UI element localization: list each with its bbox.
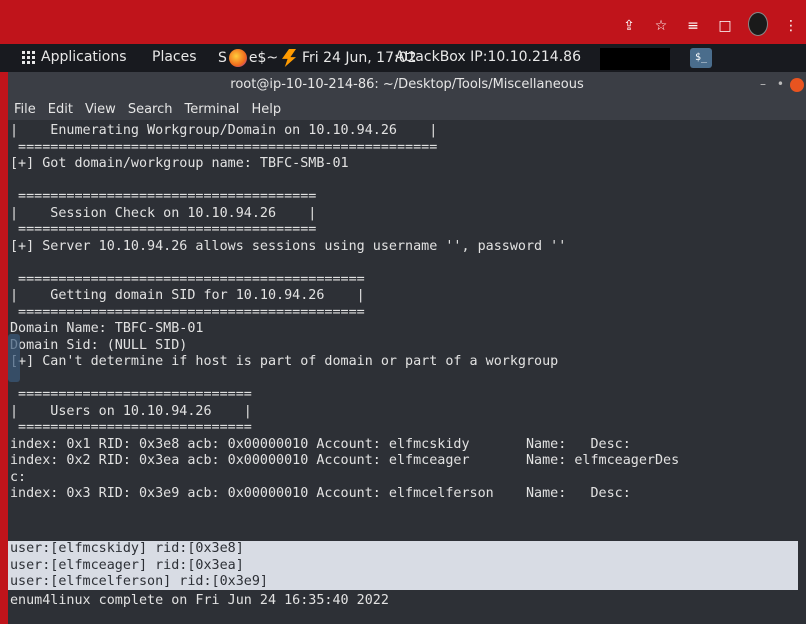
- terminal-line: | Session Check on 10.10.94.26 |: [10, 205, 317, 221]
- terminal-line: c:: [10, 469, 27, 485]
- app-grid-icon: [22, 50, 35, 64]
- terminal-line: =====================================: [10, 222, 317, 237]
- terminal-line: ========================================…: [10, 271, 365, 287]
- shell-taskbar-item[interactable]: S e$~: [218, 49, 278, 67]
- terminal-line: index: 0x2 RID: 0x3ea acb: 0x00000010 Ac…: [10, 453, 680, 468]
- menu-help[interactable]: Help: [245, 102, 287, 117]
- window-icon[interactable]: □: [716, 18, 734, 34]
- window-titlebar[interactable]: root@ip-10-10-214-86: ~/Desktop/Tools/Mi…: [8, 72, 806, 98]
- terminal-menubar: File Edit View Search Terminal Help: [8, 98, 806, 120]
- maximize-button[interactable]: •: [777, 77, 784, 91]
- close-button[interactable]: [790, 78, 804, 92]
- terminal-line: Domain Name: TBFC-SMB-01: [10, 321, 204, 336]
- menu-search[interactable]: Search: [122, 102, 179, 117]
- terminal-line: [+] Got domain/workgroup name: TBFC-SMB-…: [10, 156, 349, 171]
- places-menu[interactable]: Places: [152, 49, 197, 65]
- terminal-line: index: 0x3 RID: 0x3e9 acb: 0x00000010 Ac…: [10, 486, 631, 501]
- selected-line: user:[elfmcelferson] rid:[0x3e9]: [10, 574, 268, 589]
- star-icon[interactable]: ☆: [652, 18, 670, 34]
- terminal-line: =============================: [10, 420, 252, 435]
- attackbox-ip: AttackBox IP:10.10.214.86: [395, 49, 581, 65]
- menu-edit[interactable]: Edit: [42, 102, 79, 117]
- completion-line: enum4linux complete on Fri Jun 24 16:35:…: [10, 593, 389, 608]
- terminal-line: Domain Sid: (NULL SID): [10, 337, 188, 353]
- terminal-line: ========================================…: [10, 139, 438, 155]
- terminal-app-icon[interactable]: $_: [690, 48, 712, 68]
- selected-line: user:[elfmcskidy] rid:[0x3e8]: [10, 541, 244, 556]
- terminal-line: =============================: [10, 387, 252, 402]
- terminal-line: | Getting domain SID for 10.10.94.26 |: [10, 288, 365, 303]
- avatar-icon[interactable]: [748, 12, 768, 36]
- selected-line: user:[elfmceager] rid:[0x3ea]: [10, 557, 244, 573]
- minimize-button[interactable]: –: [760, 77, 766, 91]
- terminal-line: [+] Can't determine if host is part of d…: [10, 354, 559, 369]
- side-dock-handle[interactable]: [8, 334, 20, 382]
- bolt-icon: [282, 49, 296, 67]
- share-icon[interactable]: ⇪: [620, 18, 638, 34]
- terminal-line: ========================================…: [10, 304, 365, 320]
- menu-terminal[interactable]: Terminal: [178, 102, 245, 117]
- menu-file[interactable]: File: [8, 102, 42, 117]
- kebab-menu-icon[interactable]: ⋮: [782, 18, 800, 34]
- menu-view[interactable]: View: [79, 102, 122, 117]
- shell-suffix: e$~: [248, 50, 279, 66]
- terminal-line: | Users on 10.10.94.26 |: [10, 403, 252, 419]
- redacted-area: [600, 48, 670, 70]
- playlist-icon[interactable]: ≡: [684, 18, 702, 34]
- applications-label: Applications: [41, 49, 127, 65]
- browser-toolbar: ⇪ ☆ ≡ □ ⋮: [0, 0, 806, 44]
- selected-text-block[interactable]: user:[elfmcskidy] rid:[0x3e8] user:[elfmc…: [8, 541, 798, 590]
- shell-prefix: S: [218, 50, 227, 66]
- window-title: root@ip-10-10-214-86: ~/Desktop/Tools/Mi…: [230, 77, 584, 92]
- terminal-output[interactable]: index: 0x3 RID: 0x3e9 acb: 0x00000010 Ac…: [8, 120, 806, 624]
- terminal-line: [+] Server 10.10.94.26 allows sessions u…: [10, 238, 567, 254]
- applications-menu[interactable]: Applications: [22, 49, 127, 65]
- browser-toolbar-icons: ⇪ ☆ ≡ □ ⋮: [620, 12, 800, 38]
- terminal-line: | Enumerating Workgroup/Domain on 10.10.…: [10, 123, 438, 138]
- firefox-icon: [228, 49, 247, 67]
- terminal-line: index: 0x1 RID: 0x3e8 acb: 0x00000010 Ac…: [10, 436, 631, 452]
- desktop-top-panel: Applications Places S e$~ Fri 24 Jun, 17…: [0, 44, 806, 72]
- window-border: [0, 72, 8, 624]
- terminal-line: =====================================: [10, 189, 317, 204]
